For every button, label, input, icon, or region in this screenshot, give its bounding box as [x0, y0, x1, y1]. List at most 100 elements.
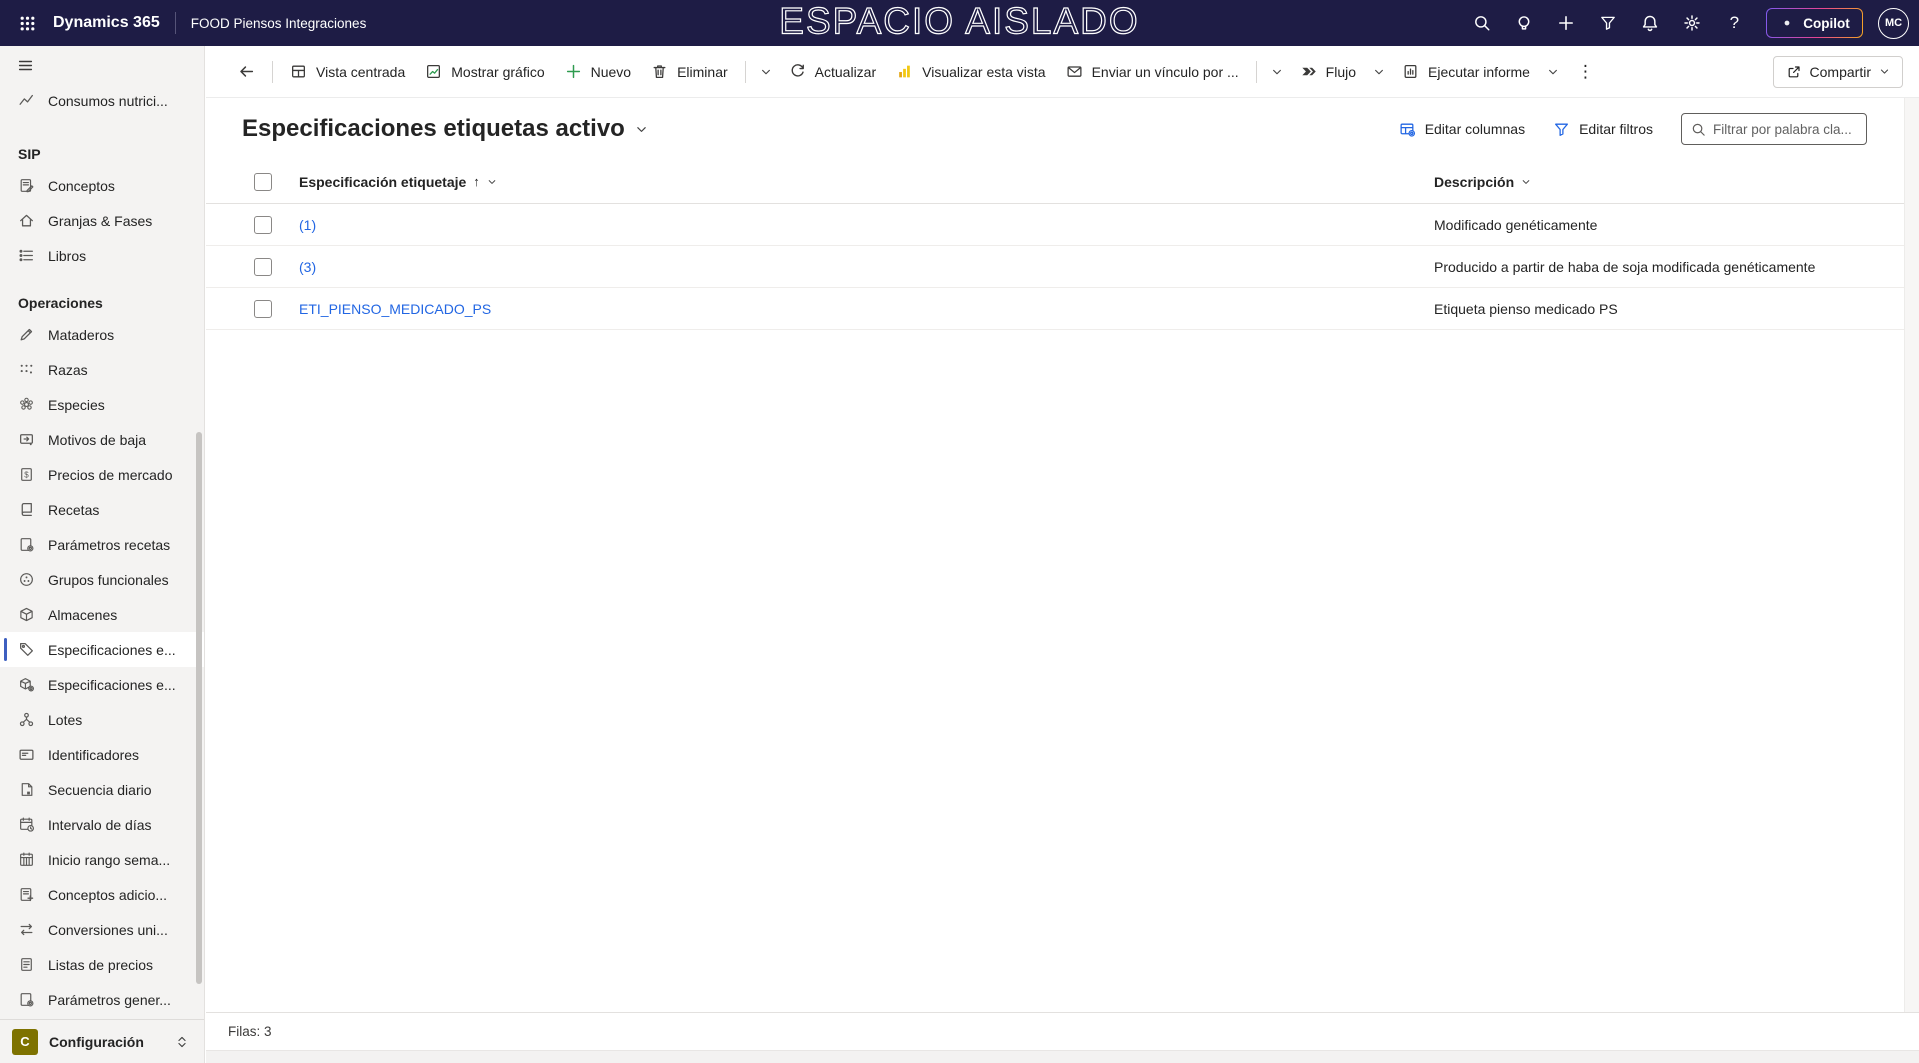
- sidebar-item-razas[interactable]: Razas: [0, 352, 204, 387]
- search-icon[interactable]: [1466, 7, 1499, 40]
- gear-icon[interactable]: [1676, 7, 1709, 40]
- view-area: Especificaciones etiquetas activo Editar…: [206, 98, 1919, 1063]
- sidebar-item-identificadores[interactable]: Identificadores: [0, 737, 204, 772]
- flow-icon: [1300, 63, 1317, 80]
- share-icon: [1786, 64, 1802, 80]
- help-icon[interactable]: ?: [1718, 7, 1751, 40]
- sidebar-item-almacenes[interactable]: Almacenes: [0, 597, 204, 632]
- chevron-up-down-icon[interactable]: [175, 1035, 189, 1049]
- vista-centrada-button[interactable]: Vista centrada: [280, 54, 415, 90]
- area-switcher-configuracion[interactable]: C Configuración: [0, 1019, 204, 1063]
- sidebar-item-especificaciones-envases[interactable]: Especificaciones e...: [0, 667, 204, 702]
- dots-grid-icon: [18, 361, 35, 378]
- bell-icon[interactable]: [1634, 7, 1667, 40]
- sidebar-item-consumos-nutricionales[interactable]: Consumos nutrici...: [0, 83, 204, 118]
- flujo-chevron[interactable]: [1366, 54, 1392, 90]
- document-plus-icon: [18, 886, 35, 903]
- sidebar-item-precios-de-mercado[interactable]: Precios de mercado: [0, 457, 204, 492]
- eliminar-split-chevron[interactable]: [753, 54, 779, 90]
- powerbi-icon: [896, 63, 913, 80]
- compartir-button[interactable]: Compartir: [1772, 55, 1903, 88]
- flujo-button[interactable]: Flujo: [1290, 54, 1366, 90]
- sidebar-item-recetas[interactable]: Recetas: [0, 492, 204, 527]
- filter-icon[interactable]: [1592, 7, 1625, 40]
- record-link[interactable]: (1): [299, 217, 316, 233]
- keyword-filter-input[interactable]: [1713, 121, 1857, 137]
- nuevo-button[interactable]: Nuevo: [555, 54, 641, 90]
- record-link[interactable]: (3): [299, 259, 316, 275]
- chart-icon: [425, 63, 442, 80]
- chevron-down-icon: [487, 177, 497, 187]
- enviar-split-chevron[interactable]: [1264, 54, 1290, 90]
- row-checkbox[interactable]: [254, 299, 272, 318]
- hamburger-menu-icon[interactable]: [17, 57, 39, 79]
- ejecutar-informe-chevron[interactable]: [1540, 54, 1566, 90]
- sidebar-scrollbar[interactable]: [196, 432, 202, 984]
- vertical-scrollbar[interactable]: [1904, 98, 1919, 1012]
- sidebar-item-conceptos[interactable]: Conceptos: [0, 168, 204, 203]
- copilot-button[interactable]: Copilot: [1765, 7, 1863, 39]
- editar-columnas-button[interactable]: Editar columnas: [1399, 121, 1525, 138]
- document-gear-icon: [18, 991, 35, 1008]
- dynamics-brand[interactable]: Dynamics 365: [53, 14, 160, 32]
- back-button[interactable]: [228, 54, 265, 90]
- record-description: Etiqueta pienso medicado PS: [1434, 300, 1618, 317]
- sidebar-item-libros[interactable]: Libros: [0, 238, 204, 273]
- document-dollar-icon: [18, 466, 35, 483]
- horizontal-scrollbar[interactable]: [206, 1050, 1919, 1063]
- enviar-vinculo-button[interactable]: Enviar un vínculo por ...: [1056, 54, 1249, 90]
- column-header-descripcion[interactable]: Descripción: [1434, 174, 1889, 190]
- note-edit-icon: [18, 177, 35, 194]
- sidebar-item-parametros-recetas[interactable]: Parámetros recetas: [0, 527, 204, 562]
- sidebar-item-granjas-fases[interactable]: Granjas & Fases: [0, 203, 204, 238]
- more-commands-icon[interactable]: ⋮: [1566, 54, 1605, 90]
- grid-layout-icon: [290, 63, 307, 80]
- swap-arrows-icon: [18, 921, 35, 938]
- pen-icon: [18, 326, 35, 343]
- sidebar-item-lotes[interactable]: Lotes: [0, 702, 204, 737]
- keyword-filter-box: [1681, 113, 1867, 145]
- toolbar-divider: [272, 60, 273, 83]
- lightbulb-icon[interactable]: [1508, 7, 1541, 40]
- sidebar-item-motivos-de-baja[interactable]: Motivos de baja: [0, 422, 204, 457]
- record-link[interactable]: ETI_PIENSO_MEDICADO_PS: [299, 301, 491, 317]
- sidebar-item-especies[interactable]: Especies: [0, 387, 204, 422]
- sidebar-item-inicio-rango-semana[interactable]: Inicio rango sema...: [0, 842, 204, 877]
- sidebar-item-conceptos-adicionales[interactable]: Conceptos adicio...: [0, 877, 204, 912]
- row-count: Filas: 3: [206, 1012, 1919, 1050]
- waffle-icon[interactable]: [10, 6, 44, 40]
- ejecutar-informe-button[interactable]: Ejecutar informe: [1392, 54, 1540, 90]
- calendar-icon: [18, 851, 35, 868]
- row-checkbox[interactable]: [254, 215, 272, 234]
- eliminar-button[interactable]: Eliminar: [641, 54, 738, 90]
- chevron-down-icon: [1373, 66, 1385, 78]
- top-navigation-bar: Dynamics 365 FOOD Piensos Integraciones …: [0, 0, 1919, 46]
- cube-icon: [18, 606, 35, 623]
- line-chart-icon: [18, 92, 35, 109]
- sidebar-item-conversiones-unidades[interactable]: Conversiones uni...: [0, 912, 204, 947]
- select-all-checkbox[interactable]: [254, 172, 272, 191]
- column-header-especificacion[interactable]: Especificación etiquetaje ↑: [299, 174, 1434, 190]
- editar-filtros-button[interactable]: Editar filtros: [1553, 121, 1653, 138]
- document-gear-icon: [18, 536, 35, 553]
- sidebar-item-grupos-funcionales[interactable]: Grupos funcionales: [0, 562, 204, 597]
- mostrar-grafico-button[interactable]: Mostrar gráfico: [415, 54, 554, 90]
- plus-icon[interactable]: [1550, 7, 1583, 40]
- sidebar-item-parametros-generales[interactable]: Parámetros gener...: [0, 982, 204, 1017]
- trash-icon: [651, 63, 668, 80]
- sidebar-item-especificaciones-etiquetas[interactable]: Especificaciones e...: [0, 632, 204, 667]
- sidebar-item-intervalo-de-dias[interactable]: Intervalo de días: [0, 807, 204, 842]
- table-row: ETI_PIENSO_MEDICADO_PS Etiqueta pienso m…: [206, 288, 1919, 330]
- avatar[interactable]: MC: [1878, 7, 1909, 39]
- view-selector[interactable]: Especificaciones etiquetas activo: [242, 115, 648, 143]
- page-title: Especificaciones etiquetas activo: [242, 115, 625, 142]
- visualizar-esta-vista-button[interactable]: Visualizar esta vista: [886, 54, 1055, 90]
- app-name[interactable]: FOOD Piensos Integraciones: [191, 16, 367, 31]
- record-description: Producido a partir de haba de soja modif…: [1434, 258, 1816, 275]
- actualizar-button[interactable]: Actualizar: [779, 54, 886, 90]
- topbar-actions: ? Copilot MC: [1466, 7, 1909, 40]
- sidebar-item-secuencia-diario[interactable]: Secuencia diario: [0, 772, 204, 807]
- sidebar-item-listas-de-precios[interactable]: Listas de precios: [0, 947, 204, 982]
- sidebar-item-mataderos[interactable]: Mataderos: [0, 317, 204, 352]
- row-checkbox[interactable]: [254, 257, 272, 276]
